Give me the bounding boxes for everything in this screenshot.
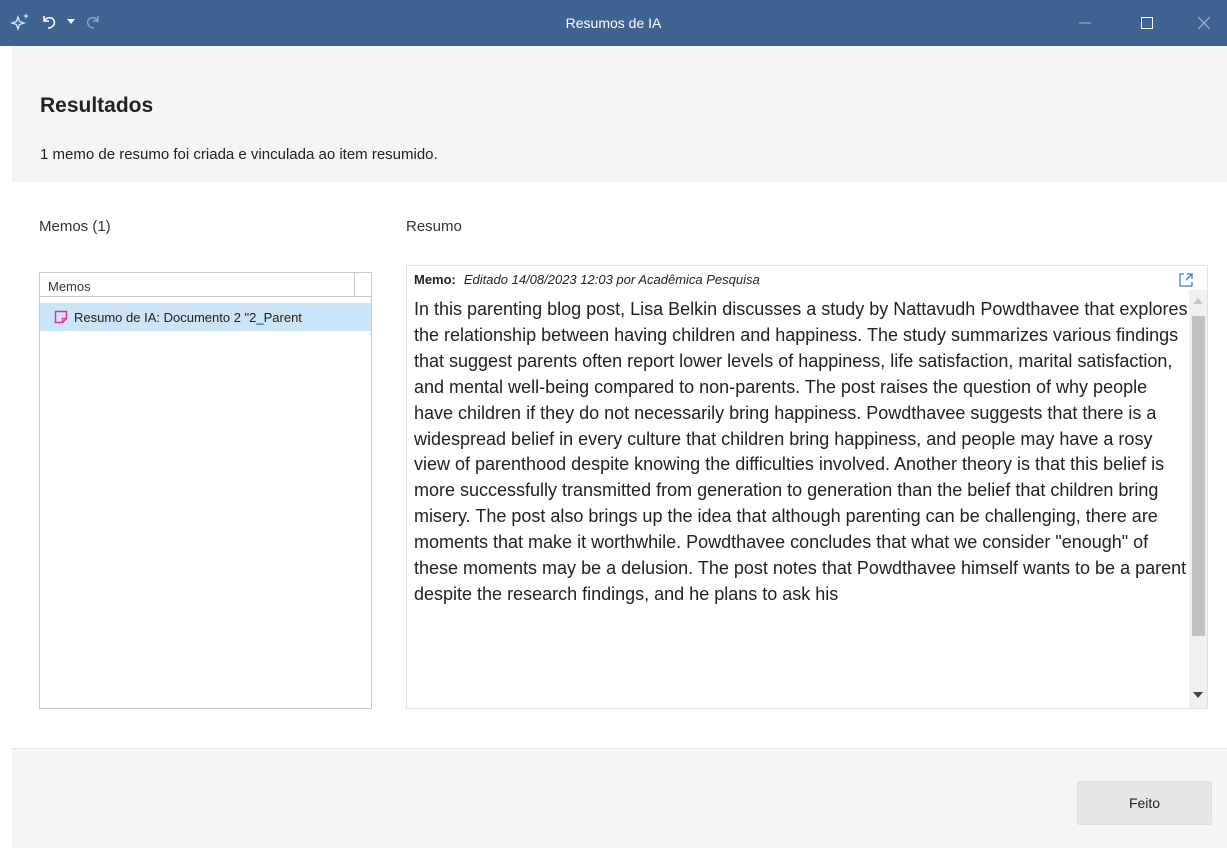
summary-text[interactable]: In this parenting blog post, Lisa Belkin…	[414, 297, 1189, 608]
list-item[interactable]: Resumo de IA: Documento 2 "2_Parent	[40, 303, 371, 331]
memo-meta: Memo: Editado 14/08/2023 12:03 por Acadêm…	[414, 272, 760, 287]
page-title: Resultados	[40, 94, 154, 117]
maximize-button[interactable]	[1124, 0, 1170, 46]
minimize-icon	[1079, 22, 1091, 24]
results-description: 1 memo de resumo foi criada e vinculada …	[40, 146, 438, 163]
close-icon	[1197, 16, 1211, 30]
summary-scrollbar[interactable]	[1189, 290, 1207, 708]
scroll-up-icon[interactable]	[1193, 298, 1203, 304]
memos-column-header-label: Memos	[48, 279, 91, 294]
memo-meta-label: Memo:	[414, 272, 456, 287]
summary-panel: Memo: Editado 14/08/2023 12:03 por Acadêm…	[406, 265, 1208, 709]
memos-section-label: Memos (1)	[39, 218, 111, 235]
memo-icon	[54, 310, 68, 324]
window-title: Resumos de IA	[565, 15, 662, 31]
title-bar: Resumos de IA	[0, 0, 1227, 46]
minimize-button[interactable]	[1062, 0, 1108, 46]
done-button[interactable]: Feito	[1077, 781, 1212, 825]
memos-column-header[interactable]: Memos	[40, 273, 371, 297]
open-external-icon[interactable]	[1177, 271, 1195, 289]
footer	[12, 749, 1227, 848]
scroll-thumb[interactable]	[1192, 316, 1205, 636]
memo-edit-info: Editado 14/08/2023 12:03 por Acadêmica P…	[463, 272, 760, 287]
summary-section-label: Resumo	[406, 218, 462, 235]
close-button[interactable]	[1181, 0, 1227, 46]
memo-item-label: Resumo de IA: Documento 2 "2_Parent	[74, 309, 302, 325]
column-separator[interactable]	[354, 273, 355, 296]
results-header: Resultados 1 memo de resumo foi criada e…	[12, 46, 1227, 182]
maximize-icon	[1141, 17, 1153, 29]
scroll-down-icon[interactable]	[1193, 692, 1203, 698]
memos-list: Memos Resumo de IA: Documento 2 "2_Paren…	[39, 272, 372, 709]
